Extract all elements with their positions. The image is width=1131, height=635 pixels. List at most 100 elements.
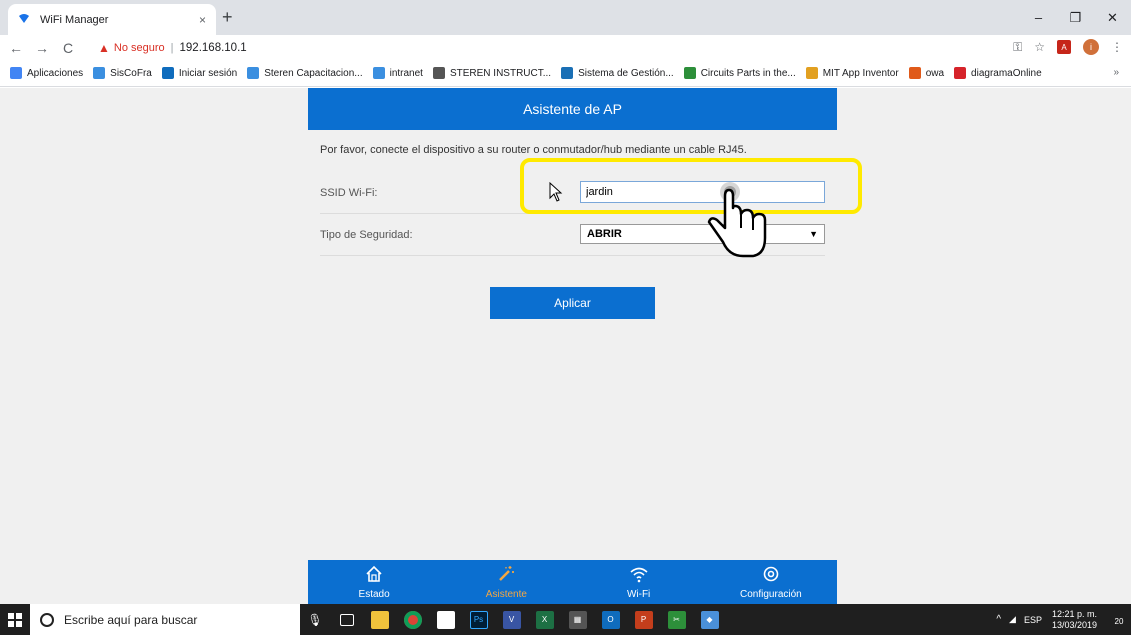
folder-icon: [370, 610, 389, 629]
apps-grid-icon: [10, 67, 22, 79]
app-icon: ◆: [700, 610, 719, 629]
powerpoint-button[interactable]: P: [627, 604, 660, 635]
cortana-icon: [40, 612, 54, 627]
nav-configuracion[interactable]: Configuración: [705, 560, 837, 604]
bookmark-item[interactable]: owa: [908, 67, 945, 79]
nav-asistente[interactable]: Asistente: [440, 560, 572, 604]
file-explorer-button[interactable]: [363, 604, 396, 635]
page-title: Asistente de AP: [308, 88, 837, 130]
gear-icon: [762, 565, 780, 587]
network-icon[interactable]: ◢: [1009, 614, 1016, 625]
chevron-up-icon[interactable]: ^: [996, 614, 1001, 625]
microphone-icon[interactable]: 🎙: [300, 613, 330, 627]
close-window-button[interactable]: ✕: [1094, 0, 1131, 35]
sticky-notes-button[interactable]: [429, 604, 462, 635]
bookmark-item[interactable]: Sistema de Gestión...: [561, 67, 674, 79]
address-bar[interactable]: ▲ No seguro | 192.168.10.1: [98, 37, 1058, 58]
windows-logo-icon: [8, 612, 22, 627]
steren-icon: [372, 67, 385, 79]
bookmark-item[interactable]: Aplicaciones: [10, 67, 83, 79]
chevron-down-icon: ▼: [809, 229, 818, 239]
browser-toolbar: ← → C ▲ No seguro | 192.168.10.1 ⚿ ☆ A i…: [0, 35, 1131, 60]
bookmark-item[interactable]: intranet: [372, 67, 423, 79]
outlook-button[interactable]: O: [594, 604, 627, 635]
bookmark-item[interactable]: STEREN INSTRUCT...: [432, 67, 552, 79]
bookmark-label: Iniciar sesión: [178, 67, 238, 79]
not-secure-label[interactable]: No seguro: [114, 42, 165, 54]
bookmark-label: Sistema de Gestión...: [578, 67, 674, 79]
taskbar-search[interactable]: Escribe aquí para buscar: [30, 604, 300, 635]
warning-icon: ▲: [98, 40, 110, 55]
chrome-button[interactable]: [396, 604, 429, 635]
bookmark-label: owa: [925, 67, 945, 79]
nav-estado[interactable]: Estado: [308, 560, 440, 604]
browser-tab[interactable]: WiFi Manager ×: [8, 4, 216, 35]
instruction-text: Por favor, conecte el dispositivo a su r…: [320, 144, 747, 156]
outlook-icon: O: [601, 610, 620, 629]
windows-start-button[interactable]: [0, 604, 30, 635]
bookmark-label: Steren Capacitacion...: [264, 67, 363, 79]
photoshop-icon: Ps: [469, 610, 488, 629]
bookmark-label: STEREN INSTRUCT...: [449, 67, 552, 79]
annotation-highlight: [520, 158, 862, 214]
office-icon: [908, 67, 921, 79]
photoshop-button[interactable]: Ps: [462, 604, 495, 635]
chrome-icon: [403, 610, 422, 629]
excel-button[interactable]: X: [528, 604, 561, 635]
toolbar-actions: ⚿ ☆ A i ⋮: [1013, 39, 1123, 55]
task-view-icon: [339, 613, 354, 626]
clock-time: 12:21 p. m.: [1051, 608, 1097, 619]
magic-wand-icon: [497, 565, 515, 587]
bookmarks-overflow-button[interactable]: »: [1113, 67, 1119, 78]
profile-avatar[interactable]: i: [1083, 39, 1099, 55]
app-button[interactable]: ◆: [693, 604, 726, 635]
nav-label: Asistente: [485, 588, 527, 600]
notification-icon[interactable]: 20: [1107, 613, 1131, 627]
forward-button[interactable]: →: [32, 40, 52, 56]
tab-close-icon[interactable]: ×: [199, 13, 206, 27]
security-selected-value: ABRIR: [587, 228, 622, 240]
hand-pointer-icon: [707, 182, 767, 258]
visio-button[interactable]: V: [495, 604, 528, 635]
excel-icon: X: [535, 610, 554, 629]
star-icon[interactable]: ☆: [1034, 40, 1045, 54]
bookmark-item[interactable]: SisCoFra: [93, 67, 152, 79]
restore-button[interactable]: ❐: [1057, 0, 1094, 35]
bookmark-item[interactable]: Steren Capacitacion...: [247, 67, 363, 79]
task-view-button[interactable]: [330, 604, 363, 635]
calculator-icon: ▦: [568, 610, 587, 629]
new-tab-button[interactable]: +: [222, 7, 233, 28]
nav-wifi[interactable]: Wi-Fi: [573, 560, 705, 604]
bookmark-item[interactable]: Iniciar sesión: [161, 67, 238, 79]
search-placeholder: Escribe aquí para buscar: [64, 612, 198, 627]
arrow-cursor-icon: [549, 182, 563, 202]
bookmark-item[interactable]: Circuits Parts in the...: [683, 67, 796, 79]
circuits-icon: [683, 67, 696, 79]
ap-wizard-panel: Asistente de AP Por favor, conecte el di…: [308, 88, 862, 604]
bookmark-item[interactable]: MIT App Inventor: [805, 67, 899, 79]
bookmark-label: Circuits Parts in the...: [700, 67, 796, 79]
wifi-icon: [629, 565, 649, 587]
bookmark-label: SisCoFra: [110, 67, 152, 79]
snipping-tool-button[interactable]: ✂: [660, 604, 693, 635]
reload-button[interactable]: C: [58, 40, 78, 56]
language-indicator[interactable]: ESP: [1024, 615, 1042, 625]
bookmark-item[interactable]: diagramaOnline: [954, 67, 1042, 79]
home-icon: [365, 565, 383, 587]
powerpoint-icon: P: [634, 610, 653, 629]
back-button[interactable]: ←: [6, 40, 26, 56]
mit-icon: [805, 67, 818, 79]
steren-icon: [93, 67, 106, 79]
clock-date: 13/03/2019: [1051, 619, 1097, 630]
minimize-button[interactable]: –: [1020, 0, 1057, 35]
key-icon[interactable]: ⚿: [1013, 40, 1022, 55]
bookmarks-bar: Aplicaciones SisCoFra Iniciar sesión Steren…: [0, 60, 1131, 87]
menu-icon[interactable]: ⋮: [1111, 40, 1123, 54]
scissors-icon: ✂: [667, 610, 686, 629]
calculator-button[interactable]: ▦: [561, 604, 594, 635]
url-text[interactable]: 192.168.10.1: [180, 42, 247, 54]
clock[interactable]: 12:21 p. m. 13/03/2019: [1052, 609, 1097, 631]
pdf-extension-icon[interactable]: A: [1057, 40, 1071, 54]
apply-button[interactable]: Aplicar: [490, 287, 655, 319]
bookmark-label: Aplicaciones: [27, 67, 84, 79]
